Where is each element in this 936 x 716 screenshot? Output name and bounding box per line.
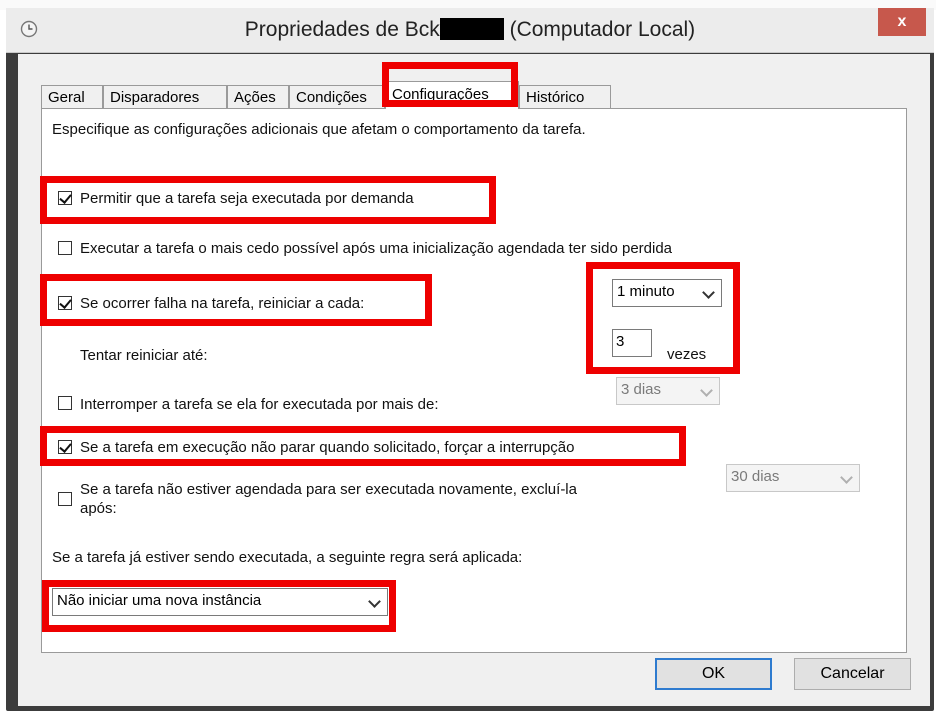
tab-acoes[interactable]: Ações [227, 85, 289, 108]
redacted-block [439, 18, 504, 40]
ok-button[interactable]: OK [655, 658, 772, 690]
window-title: Propriedades de Bck (Computador Local) [6, 18, 934, 42]
stop-duration-select[interactable]: 3 dias [616, 377, 720, 405]
settings-description: Especifique as configurações adicionais … [52, 121, 586, 138]
title-bar[interactable]: Propriedades de Bck (Computador Local) x [6, 8, 934, 53]
restart-attempts-label: Tentar reiniciar até: [80, 347, 208, 364]
highlight-box-force-stop [40, 426, 686, 466]
highlight-box-restart-values [586, 262, 740, 374]
tab-disparadores[interactable]: Disparadores [103, 85, 227, 108]
highlight-box-running-rule [42, 580, 396, 632]
tab-condicoes[interactable]: Condições [289, 85, 385, 108]
stop-if-runs-longer-checkbox[interactable] [58, 396, 72, 410]
stop-if-runs-longer-label[interactable]: Interromper a tarefa se ela for executad… [80, 396, 439, 413]
delete-if-not-scheduled-label-line2[interactable]: após: [80, 500, 117, 517]
chevron-down-icon [700, 384, 713, 397]
delete-if-not-scheduled-label-line1[interactable]: Se a tarefa não estiver agendada para se… [80, 481, 577, 498]
close-button[interactable]: x [878, 8, 926, 36]
delete-if-not-scheduled-checkbox[interactable] [58, 492, 72, 506]
stop-duration-value: 3 dias [621, 381, 662, 398]
running-rule-label: Se a tarefa já estiver sendo executada, … [52, 549, 523, 566]
tab-geral[interactable]: Geral [41, 85, 103, 108]
highlight-box-allow-on-demand [40, 176, 496, 224]
delete-duration-select[interactable]: 30 dias [726, 464, 860, 492]
highlight-box-restart-on-failure [40, 274, 432, 326]
highlight-box-configuracoes-tab [382, 62, 518, 107]
tab-historico[interactable]: Histórico [519, 85, 611, 108]
run-asap-checkbox[interactable] [58, 241, 72, 255]
chevron-down-icon [840, 471, 853, 484]
cancel-button[interactable]: Cancelar [794, 658, 911, 690]
run-asap-label[interactable]: Executar a tarefa o mais cedo possível a… [80, 240, 672, 257]
delete-duration-value: 30 dias [731, 468, 780, 485]
title-suffix: (Computador Local) [509, 18, 696, 41]
title-prefix: Propriedades de Bck [244, 18, 440, 41]
